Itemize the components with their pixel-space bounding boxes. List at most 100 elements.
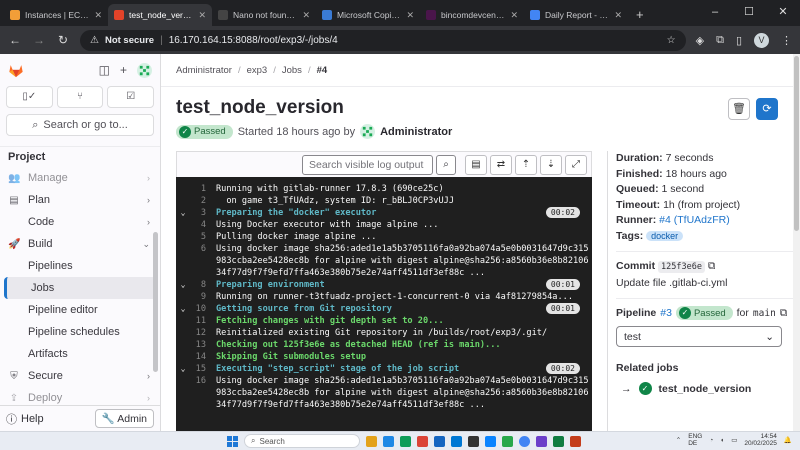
scroll-thumb[interactable]	[794, 56, 799, 231]
log-search-input[interactable]: Search visible log output	[302, 154, 433, 175]
line-number[interactable]: 14	[190, 351, 216, 363]
file-explorer-icon[interactable]	[366, 435, 377, 447]
copy-icon[interactable]: ⧉	[708, 260, 716, 272]
browser-tab[interactable]: Instances | EC2 | eu ✕	[4, 4, 108, 26]
user-avatar-icon[interactable]	[360, 124, 376, 139]
reload-icon[interactable]: ↻	[56, 33, 70, 47]
close-window-icon[interactable]: ✕	[766, 0, 800, 26]
edge-icon[interactable]	[502, 435, 513, 447]
sidebar-scrollbar[interactable]	[153, 232, 158, 372]
chrome-icon[interactable]	[519, 435, 530, 447]
search-icon[interactable]: ⌕	[436, 154, 456, 175]
close-tab-icon[interactable]: ✕	[94, 10, 102, 21]
job-log[interactable]: 1 Running with gitlab-runner 17.8.3 (690c…	[176, 177, 592, 431]
user-avatar-icon[interactable]	[137, 62, 152, 78]
sidebar-item-build[interactable]: 🚀 Build ⌄	[0, 233, 160, 255]
volume-icon[interactable]: ◖	[720, 437, 724, 444]
chevron-down-icon[interactable]: ⌄	[176, 279, 190, 291]
url-text[interactable]: 16.170.164.15:8088/root/exp3/-/jobs/4	[169, 35, 338, 46]
app-icon[interactable]	[417, 435, 428, 447]
sidebar-subitem-artifacts[interactable]: Artifacts	[0, 343, 160, 365]
help-button[interactable]: ⓘ Help	[6, 411, 44, 427]
excel-icon[interactable]	[553, 435, 564, 447]
taskbar-search[interactable]: ⌕ Search	[244, 434, 360, 448]
line-number[interactable]: 13	[190, 339, 216, 351]
todo-button[interactable]: ☑	[107, 86, 155, 108]
omnibox[interactable]: ⚠ Not secure | 16.170.164.15:8088/root/e…	[80, 29, 686, 51]
close-tab-icon[interactable]: ✕	[510, 10, 518, 21]
fullscreen-icon[interactable]: ⤢	[565, 154, 587, 175]
line-number[interactable]: 6	[190, 243, 216, 255]
raw-log-icon[interactable]: ▤	[465, 154, 487, 175]
chevron-down-icon[interactable]: ⌄	[176, 363, 190, 375]
merge-requests-button[interactable]: ⑂	[56, 86, 104, 108]
back-icon[interactable]: ←	[8, 33, 22, 47]
battery-icon[interactable]: ▭	[731, 437, 737, 444]
runner-link[interactable]: #4 (TfUAdzFR)	[659, 214, 730, 226]
create-new-icon[interactable]: +	[120, 63, 127, 77]
forward-icon[interactable]: →	[32, 33, 46, 47]
wrap-lines-icon[interactable]: ⇄	[490, 154, 512, 175]
page-scrollbar[interactable]	[793, 54, 800, 431]
admin-button[interactable]: 🔧 Admin	[94, 409, 154, 428]
browser-tab[interactable]: Microsoft Copilot: ✕	[316, 4, 420, 26]
sidebar-item-secure[interactable]: ⛨ Secure ›	[0, 365, 160, 387]
browser-tab[interactable]: Nano not found fix ✕	[212, 4, 316, 26]
app-icon[interactable]	[536, 435, 547, 447]
breadcrumb-item[interactable]: #4	[317, 65, 328, 76]
issues-button[interactable]: ▯✓	[6, 86, 53, 108]
new-tab-button[interactable]: +	[628, 7, 652, 26]
line-number[interactable]	[190, 387, 216, 399]
browser-tab[interactable]: bincomdevcenter ✕	[420, 4, 524, 26]
language-indicator[interactable]: ENG DE	[688, 433, 702, 447]
powerpoint-icon[interactable]	[570, 435, 581, 447]
notification-icon[interactable]: 🔔	[784, 437, 792, 444]
sidebar-subitem-pipeline-schedules[interactable]: Pipeline schedules	[0, 321, 160, 343]
line-number[interactable]	[190, 267, 216, 279]
line-number[interactable]: 9	[190, 291, 216, 303]
chevron-down-icon[interactable]: ⌄	[176, 303, 190, 315]
line-number[interactable]: 5	[190, 231, 216, 243]
chevron-down-icon[interactable]: ⌄	[176, 207, 190, 219]
related-job-item[interactable]: → ✓ test_node_version	[616, 382, 793, 395]
user-name[interactable]: Administrator	[380, 126, 452, 138]
close-tab-icon[interactable]: ✕	[198, 10, 206, 21]
breadcrumb-item[interactable]: Jobs	[282, 65, 302, 76]
close-tab-icon[interactable]: ✕	[302, 10, 310, 21]
scroll-to-bottom-icon[interactable]: ⇣	[540, 154, 562, 175]
sidebar-subitem-pipelines[interactable]: Pipelines	[0, 255, 160, 277]
sidepanel-icon[interactable]: ▯	[736, 34, 742, 47]
bookmark-star-icon[interactable]: ☆	[667, 35, 676, 46]
log-section-header[interactable]: ⌄ 8 Preparing environment 00:01	[176, 279, 592, 291]
line-number[interactable]: 12	[190, 327, 216, 339]
close-tab-icon[interactable]: ✕	[614, 10, 622, 21]
branch-name[interactable]: main	[753, 308, 776, 319]
scroll-to-top-icon[interactable]: ⇡	[515, 154, 537, 175]
sidebar-subitem-jobs[interactable]: Jobs	[4, 277, 156, 299]
sidebar-item-code[interactable]: Code ›	[0, 211, 160, 233]
log-section-header[interactable]: ⌄ 10 Getting source from Git repository 00:…	[176, 303, 592, 315]
vscode-icon[interactable]	[485, 435, 496, 447]
line-number[interactable]: 11	[190, 315, 216, 327]
line-number[interactable]: 16	[190, 375, 216, 387]
windows-start-icon[interactable]	[227, 435, 238, 447]
wifi-icon[interactable]: ◔	[709, 437, 713, 444]
line-number[interactable]	[190, 255, 216, 267]
line-number[interactable]: 3	[190, 207, 216, 219]
gitlab-logo-icon[interactable]	[8, 63, 24, 78]
log-section-header[interactable]: ⌄ 3 Preparing the "docker" executor 00:02	[176, 207, 592, 219]
maximize-icon[interactable]: ☐	[732, 0, 766, 26]
retry-job-button[interactable]: ⟳	[756, 98, 778, 120]
sidebar-subitem-pipeline-editor[interactable]: Pipeline editor	[0, 299, 160, 321]
log-section-header[interactable]: ⌄ 15 Executing "step_script" stage of the …	[176, 363, 592, 375]
outlook-icon[interactable]	[451, 435, 462, 447]
breadcrumb-item[interactable]: Administrator	[176, 65, 232, 76]
sidebar-item-plan[interactable]: ▤ Plan ›	[0, 189, 160, 211]
copy-icon[interactable]: ⧉	[780, 307, 788, 320]
erase-job-button[interactable]: 🗑	[728, 98, 750, 120]
minimize-icon[interactable]: –	[698, 0, 732, 26]
profile-avatar[interactable]: V	[754, 32, 769, 48]
puzzle-icon[interactable]: ⧉	[716, 34, 724, 47]
line-number[interactable]: 1	[190, 183, 216, 195]
extension-icon[interactable]: ◈	[696, 34, 704, 47]
